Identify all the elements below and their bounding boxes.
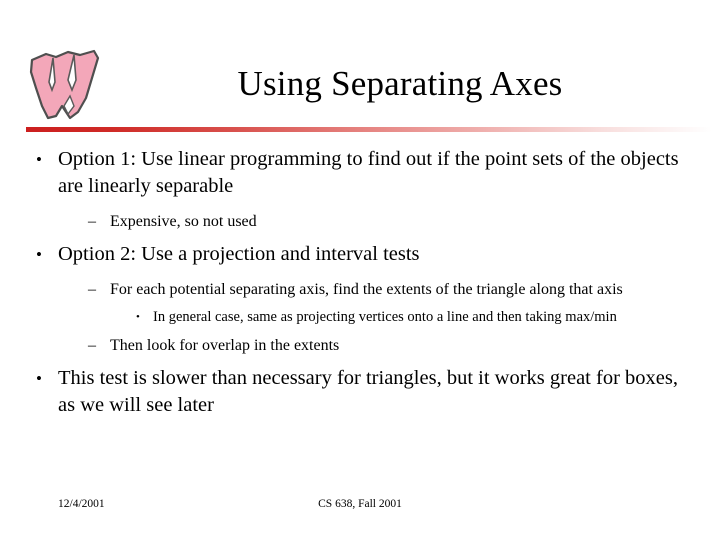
bullet-glyph: –	[88, 213, 96, 230]
bullet-item: – Expensive, so not used	[88, 211, 690, 232]
bullet-text: This test is slower than necessary for t…	[58, 367, 678, 416]
slide-title: Using Separating Axes	[237, 64, 563, 103]
slide-body: • Option 1: Use linear programming to fi…	[0, 146, 720, 419]
bullet-text: In general case, same as projecting vert…	[153, 309, 617, 325]
footer-course: CS 638, Fall 2001	[318, 498, 402, 510]
slide-footer: 12/4/2001 CS 638, Fall 2001	[0, 495, 720, 513]
bullet-text: Expensive, so not used	[110, 213, 257, 230]
title-divider-bar	[26, 127, 712, 132]
bullet-glyph: •	[136, 311, 140, 323]
bullet-item: – For each potential separating axis, fi…	[88, 279, 690, 300]
bullet-glyph: –	[88, 337, 96, 354]
bullet-item: • Option 1: Use linear programming to fi…	[36, 146, 698, 200]
bullet-item: – Then look for overlap in the extents	[88, 335, 690, 356]
bullet-item: • This test is slower than necessary for…	[36, 365, 698, 419]
bullet-item: • In general case, same as projecting ve…	[136, 308, 690, 327]
wisconsin-w-logo-glyph	[29, 49, 100, 120]
slide: Using Separating Axes • Option 1: Use li…	[0, 0, 720, 540]
bullet-text: Then look for overlap in the extents	[110, 337, 340, 354]
bullet-item: • Option 2: Use a projection and interva…	[36, 241, 698, 268]
bullet-text: For each potential separating axis, find…	[110, 281, 623, 298]
wisconsin-w-logo	[22, 44, 108, 124]
bullet-text: Option 2: Use a projection and interval …	[58, 243, 420, 265]
bullet-glyph: •	[36, 150, 42, 169]
bullet-glyph: •	[36, 245, 42, 264]
bullet-text: Option 1: Use linear programming to find…	[58, 148, 679, 197]
bullet-glyph: •	[36, 369, 42, 388]
bullet-glyph: –	[88, 281, 96, 298]
